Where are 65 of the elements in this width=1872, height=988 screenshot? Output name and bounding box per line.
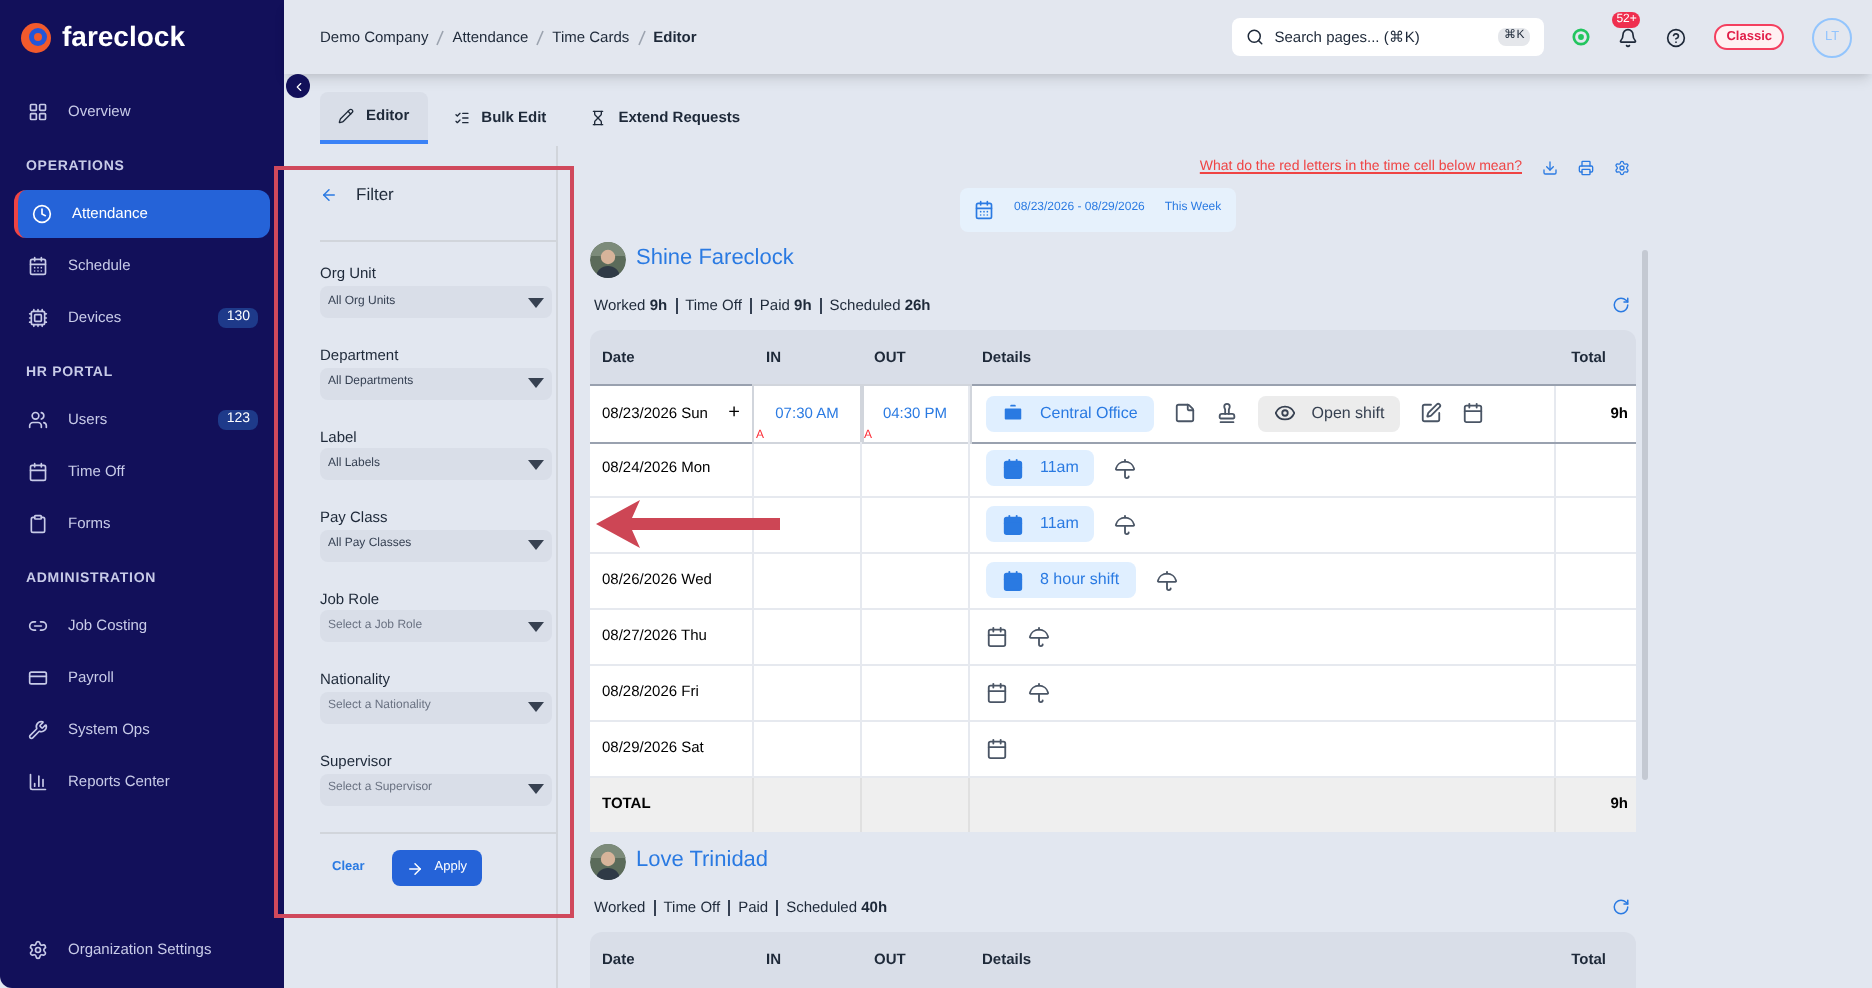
settings-icon[interactable] — [1614, 160, 1630, 177]
slash-divider — [536, 29, 545, 45]
filter-title: Filter — [356, 181, 394, 207]
umbrella-icon[interactable] — [1114, 513, 1137, 535]
briefcase-icon — [1002, 402, 1024, 424]
search-icon — [1246, 28, 1265, 46]
edit-icon[interactable] — [1420, 402, 1443, 424]
caret-icon — [528, 378, 544, 389]
shift-tag[interactable]: 11am — [986, 450, 1095, 486]
nav-icon — [28, 102, 48, 122]
nav-icon — [28, 720, 48, 740]
nav-icon — [28, 514, 48, 534]
tab-icon — [453, 110, 470, 126]
note-icon[interactable] — [1173, 402, 1196, 424]
download-icon[interactable] — [1542, 160, 1558, 177]
nav-icon — [28, 668, 48, 688]
calendar-icon[interactable] — [986, 737, 1008, 759]
shift-tag[interactable]: 11am — [986, 506, 1095, 542]
add-button[interactable]: + — [728, 398, 740, 428]
arrow-icon — [406, 859, 425, 878]
stamp-icon[interactable] — [1215, 402, 1238, 424]
caret-icon — [528, 297, 544, 307]
caret-icon — [528, 621, 544, 632]
brand-name: fareclock — [62, 18, 185, 56]
nav-icon — [28, 256, 48, 276]
print-icon[interactable] — [1578, 160, 1594, 177]
tab-icon — [338, 108, 354, 124]
umbrella-icon[interactable] — [1114, 457, 1137, 479]
chevron-icon — [291, 79, 305, 93]
calendar-icon — [1002, 513, 1024, 535]
nav-icon — [28, 772, 48, 792]
back-icon[interactable] — [320, 185, 338, 203]
refresh-icon[interactable] — [1612, 898, 1630, 916]
nav-icon — [28, 462, 48, 482]
calendar-icon — [1002, 569, 1024, 591]
nav-icon — [28, 308, 48, 328]
umbrella-icon[interactable] — [1028, 625, 1050, 647]
bell-icon[interactable] — [1618, 27, 1639, 47]
slash-divider — [436, 29, 445, 45]
help-icon[interactable] — [1666, 27, 1687, 47]
refresh-icon[interactable] — [1612, 296, 1630, 314]
calendar-icon[interactable] — [986, 681, 1008, 703]
collapse-button[interactable] — [286, 74, 310, 98]
umbrella-icon[interactable] — [1028, 681, 1050, 703]
caret-icon — [528, 702, 544, 713]
nav-icon — [28, 410, 48, 430]
caret-icon — [528, 459, 544, 470]
tab-icon — [590, 110, 607, 126]
shift-tag[interactable]: 8 hour shift — [986, 562, 1136, 598]
calendar-icon — [1002, 457, 1024, 479]
open-shift-chip[interactable]: Open shift — [1257, 395, 1401, 431]
calendar-icon[interactable] — [1462, 402, 1485, 424]
table-row[interactable]: 11am — [590, 497, 1636, 553]
nav-icon — [32, 204, 52, 224]
eye-icon — [1273, 402, 1296, 424]
nav-icon — [28, 616, 48, 636]
calendar-icon — [974, 199, 994, 219]
slash-divider — [637, 29, 646, 45]
logo-icon — [20, 21, 52, 53]
caret-icon — [528, 784, 544, 795]
caret-icon — [528, 540, 544, 551]
calendar-icon[interactable] — [986, 625, 1008, 647]
umbrella-icon[interactable] — [1155, 569, 1178, 591]
settings-icon — [28, 940, 48, 960]
location-tag[interactable]: Central Office — [986, 395, 1154, 431]
